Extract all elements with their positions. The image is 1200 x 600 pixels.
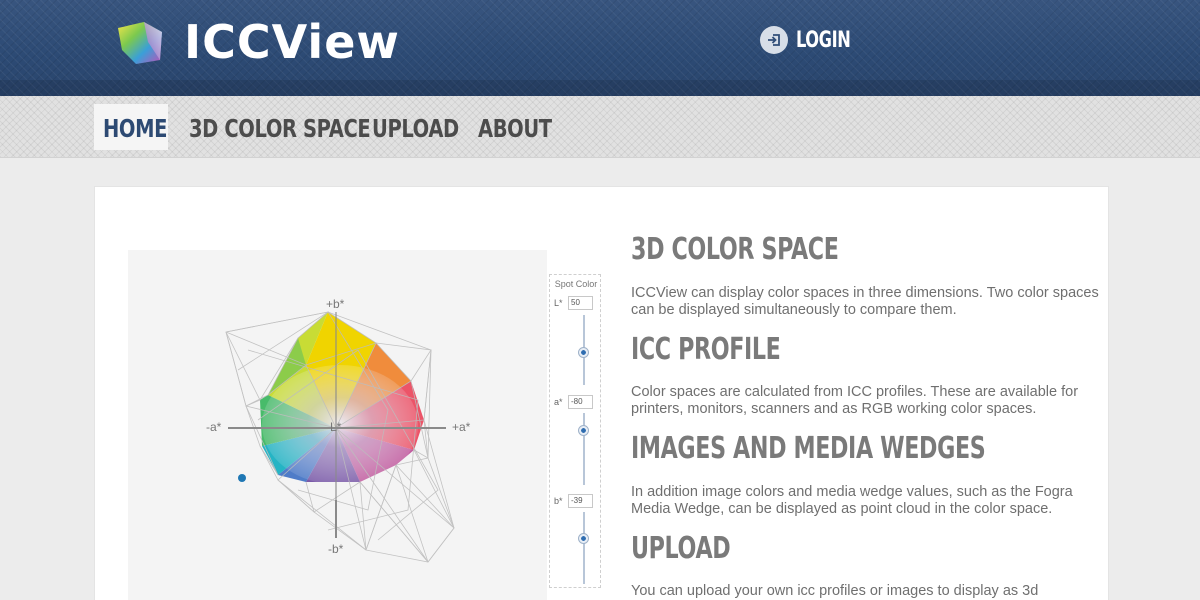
nav-item-upload[interactable]: UPLOAD: [372, 106, 459, 150]
spot-l-label: L*: [554, 298, 563, 308]
nav-item-home[interactable]: HOME: [103, 106, 167, 150]
spot-a-slider-track[interactable]: [583, 413, 585, 485]
app-title[interactable]: ICCView: [184, 14, 400, 70]
gamut-3d-plot[interactable]: +b* -b* -a* +a* L*: [128, 250, 547, 600]
section-title-icc-profile: ICC PROFILE: [631, 332, 781, 367]
nav-item-3d-color-space[interactable]: 3D COLOR SPACE: [189, 106, 371, 150]
main-nav: [0, 96, 1200, 158]
section-text-3d-color-space: ICCView can display color spaces in thre…: [631, 285, 1099, 318]
spot-a-label: a*: [554, 397, 563, 407]
nav-item-about[interactable]: ABOUT: [478, 106, 552, 150]
spot-b-label: b*: [554, 496, 563, 506]
spot-l-slider-handle[interactable]: [578, 347, 589, 358]
spot-color-panel: Spot Color L* 50 a* -80 b* -39: [549, 274, 601, 588]
section-text-icc-profile: Color spaces are calculated from ICC pro…: [631, 384, 1079, 417]
section-text-upload: You can upload your own icc profiles or …: [631, 583, 1039, 599]
spot-b-input[interactable]: -39: [568, 494, 593, 508]
axis-label-plus-a: +a*: [452, 420, 471, 434]
spot-a-slider-handle[interactable]: [578, 425, 589, 436]
logo-icon[interactable]: [116, 20, 166, 66]
spot-a-input[interactable]: -80: [568, 395, 593, 409]
axis-label-l: L*: [330, 420, 342, 434]
spot-color-marker[interactable]: [238, 474, 246, 482]
login-label: LOGIN: [796, 27, 851, 53]
section-title-upload: UPLOAD: [631, 531, 731, 566]
axis-label-minus-a: -a*: [206, 420, 222, 434]
login-icon: [760, 26, 788, 54]
axis-label-minus-b: -b*: [328, 542, 344, 556]
axis-label-plus-b: +b*: [326, 297, 345, 311]
spot-color-title: Spot Color: [554, 279, 598, 289]
spot-b-slider-track[interactable]: [583, 512, 585, 584]
login-button[interactable]: LOGIN: [760, 24, 862, 56]
section-text-images-and-media-wedges: In addition image colors and media wedge…: [631, 484, 1073, 517]
site-header: ICCView LOGIN: [0, 0, 1200, 96]
section-title-3d-color-space: 3D COLOR SPACE: [631, 232, 839, 267]
spot-l-input[interactable]: 50: [568, 296, 593, 310]
section-title-images-and-media-wedges: IMAGES AND MEDIA WEDGES: [631, 431, 986, 466]
color-space-viewer[interactable]: +b* -b* -a* +a* L*: [128, 250, 547, 600]
spot-b-slider-handle[interactable]: [578, 533, 589, 544]
